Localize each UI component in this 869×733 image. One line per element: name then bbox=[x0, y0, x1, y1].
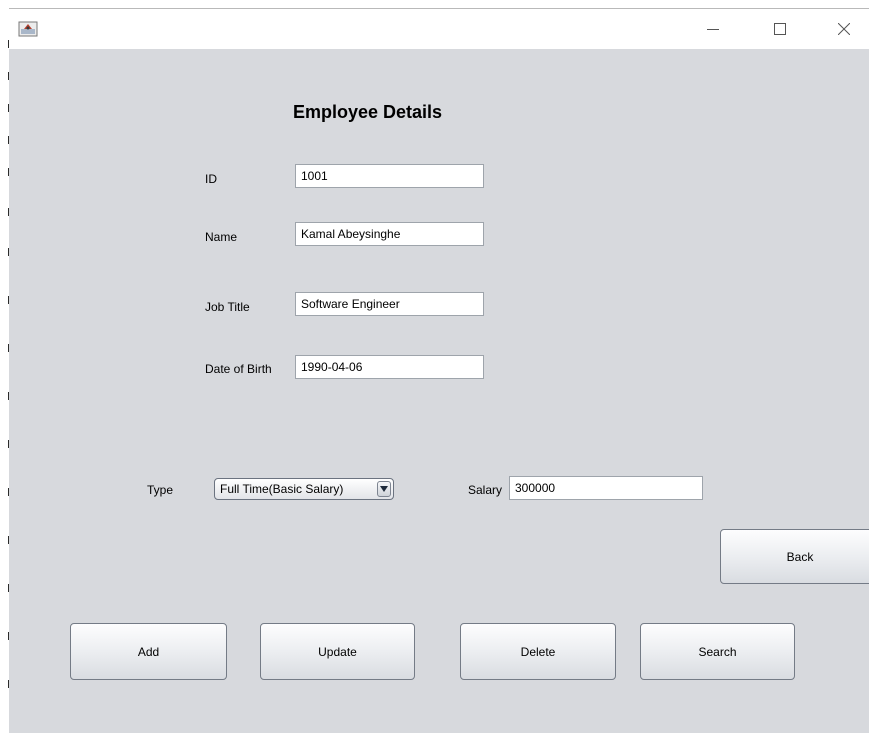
type-dropdown[interactable]: Full Time(Basic Salary) bbox=[214, 478, 394, 500]
search-button[interactable]: Search bbox=[640, 623, 795, 680]
id-field[interactable] bbox=[295, 164, 484, 188]
id-label: ID bbox=[205, 172, 217, 186]
job-title-label: Job Title bbox=[205, 300, 250, 314]
type-label: Type bbox=[147, 483, 174, 497]
add-button[interactable]: Add bbox=[70, 623, 227, 680]
dob-field[interactable] bbox=[295, 355, 484, 379]
page-title: Employee Details bbox=[293, 102, 443, 122]
update-button[interactable]: Update bbox=[260, 623, 415, 680]
name-field[interactable] bbox=[295, 222, 484, 246]
title-bar[interactable] bbox=[9, 9, 869, 49]
job-title-field[interactable] bbox=[295, 292, 484, 316]
dob-label: Date of Birth bbox=[205, 362, 272, 376]
close-button[interactable] bbox=[825, 9, 863, 49]
maximize-button[interactable] bbox=[761, 9, 799, 49]
salary-label: Salary bbox=[468, 483, 503, 497]
salary-field[interactable] bbox=[509, 476, 703, 500]
chevron-down-icon[interactable] bbox=[377, 481, 391, 497]
delete-button[interactable]: Delete bbox=[460, 623, 616, 680]
back-button[interactable]: Back bbox=[720, 529, 869, 584]
type-selected-value: Full Time(Basic Salary) bbox=[220, 482, 344, 496]
java-app-icon bbox=[18, 20, 38, 38]
minimize-button[interactable] bbox=[694, 9, 732, 49]
name-label: Name bbox=[205, 230, 238, 244]
app-window: Employee Details ID Name Job Title Date … bbox=[9, 8, 869, 733]
left-edge-strip bbox=[0, 0, 9, 732]
